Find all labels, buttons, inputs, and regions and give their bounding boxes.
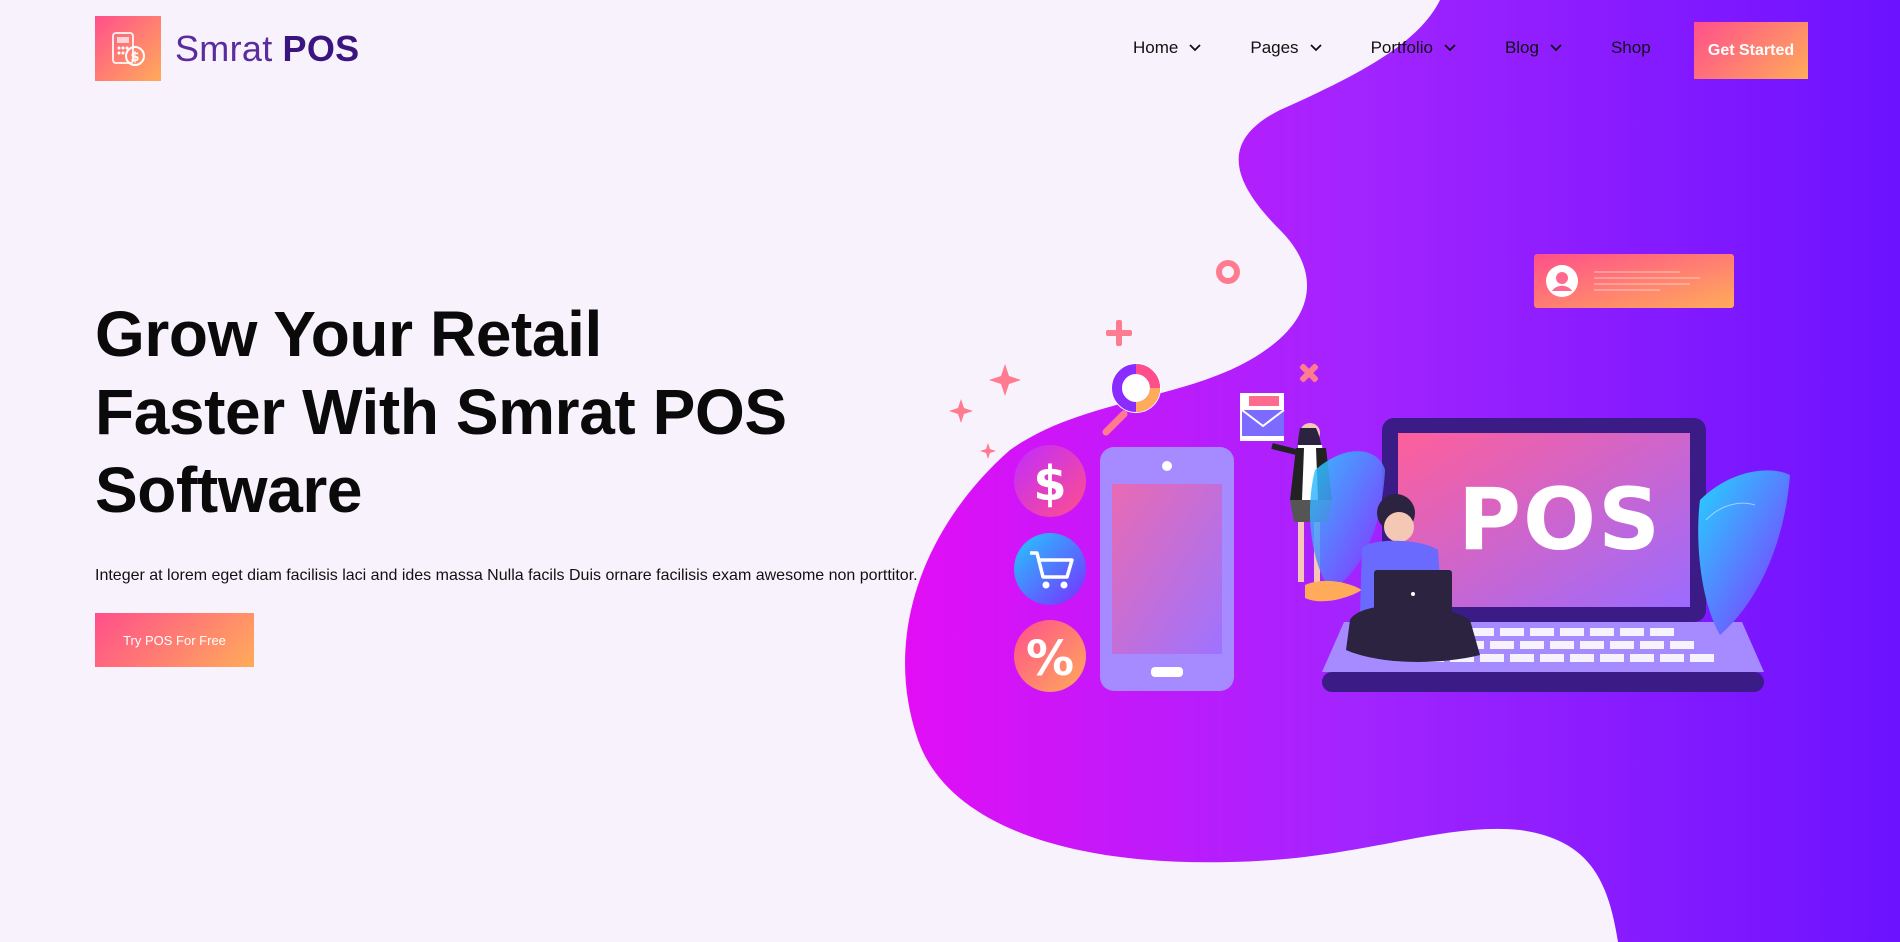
svg-text:$: $: [130, 50, 139, 65]
brand-name: Smrat POS: [175, 28, 359, 70]
calculator-dollar-icon: $: [95, 16, 161, 81]
hero-title: Grow Your Retail Faster With Smrat POS S…: [95, 295, 975, 529]
nav-item-label: Shop: [1610, 38, 1651, 57]
hero-title-line: Grow Your Retail: [95, 298, 602, 370]
user-profile-card: [1534, 254, 1734, 308]
nav-item-label: Home: [1133, 38, 1179, 57]
nav-item-home[interactable]: Home: [1133, 38, 1202, 58]
site-header: $ Smrat POS Home Pages Portfolio Blog Sho…: [0, 0, 1900, 100]
main-nav: Home Pages Portfolio Blog Shop: [1133, 38, 1651, 58]
brand-logo[interactable]: $ Smrat POS: [95, 16, 359, 81]
nav-item-blog[interactable]: Blog: [1505, 38, 1563, 58]
brand-name-bold: POS: [282, 27, 360, 69]
smartphone-illustration: [1100, 447, 1234, 691]
chevron-down-icon: [1550, 44, 1562, 52]
brand-name-light: Smrat: [175, 27, 273, 69]
nav-item-label: Blog: [1504, 38, 1539, 57]
svg-text:$: $: [1033, 456, 1066, 512]
try-pos-button[interactable]: Try POS For Free: [95, 613, 254, 667]
nav-item-shop[interactable]: Shop: [1611, 38, 1651, 58]
percent-icon: %: [1014, 620, 1086, 692]
hero-title-line: Software: [95, 454, 363, 526]
chevron-down-icon: [1309, 44, 1322, 52]
hero-title-line: Faster With Smrat POS: [95, 376, 787, 448]
news-envelope-icon: [1240, 393, 1285, 441]
hero-description: Integer at lorem eget diam facilisis lac…: [95, 567, 918, 584]
nav-item-pages[interactable]: Pages: [1250, 38, 1322, 58]
svg-text:%: %: [1026, 631, 1074, 687]
dollar-icon: $: [1014, 445, 1086, 517]
laptop-screen-text: POS: [1457, 470, 1663, 570]
chevron-down-icon: [1444, 44, 1456, 52]
nav-item-label: Portfolio: [1370, 38, 1433, 57]
get-started-button[interactable]: Get Started: [1694, 22, 1808, 79]
chevron-down-icon: [1189, 44, 1201, 52]
hero-section: Grow Your Retail Faster With Smrat POS S…: [95, 295, 975, 667]
cart-icon: [1014, 533, 1086, 605]
nav-item-label: Pages: [1250, 38, 1299, 57]
nav-item-portfolio[interactable]: Portfolio: [1371, 38, 1457, 58]
